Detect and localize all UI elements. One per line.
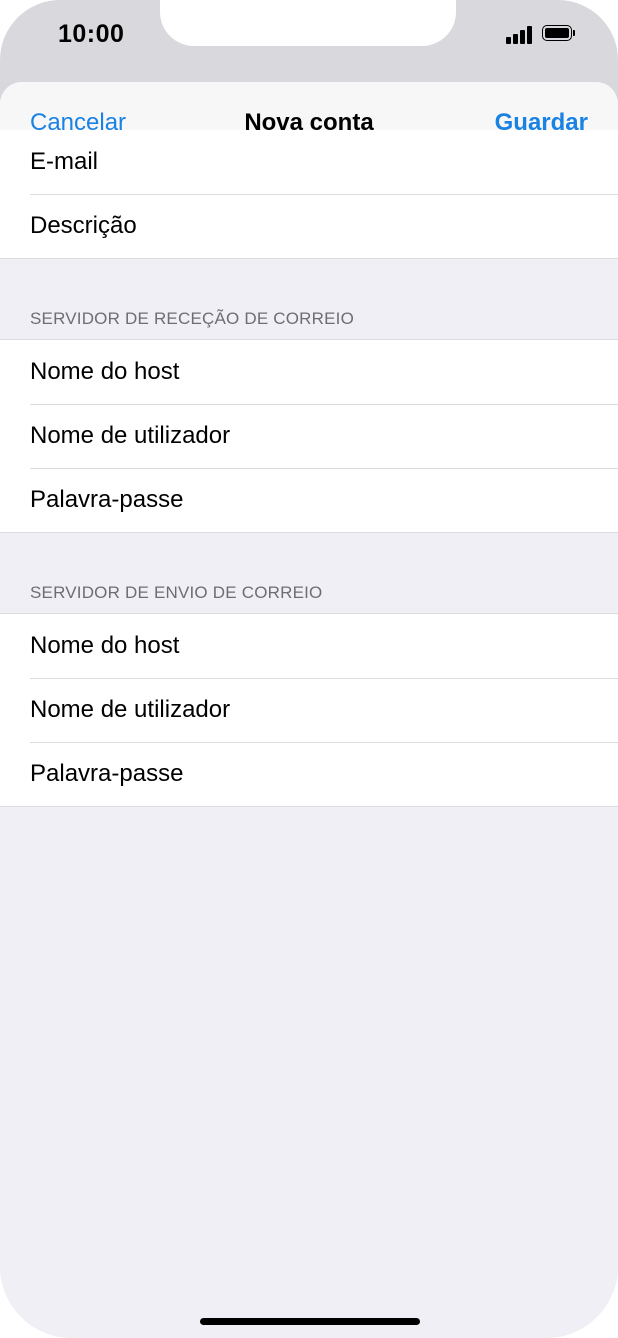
form-content: E-mail Descrição SERVIDOR DE RECEÇÃO DE … [0,130,618,807]
cellular-signal-icon [506,26,534,44]
outgoing-server-group: Nome do host Nome de utilizador Palavra-… [0,613,618,807]
incoming-server-header: SERVIDOR DE RECEÇÃO DE CORREIO [0,259,618,339]
incoming-password-field[interactable] [300,482,598,518]
home-indicator[interactable] [200,1318,420,1325]
battery-icon [542,25,576,43]
incoming-hostname-field[interactable] [300,354,598,390]
phone-screen: 10:00 Cancelar Nova conta Guardar E-mail [0,0,618,1338]
outgoing-username-row[interactable]: Nome de utilizador [0,678,618,742]
incoming-username-field[interactable] [300,418,598,454]
notch [160,0,456,46]
outgoing-server-header-label: SERVIDOR DE ENVIO DE CORREIO [30,583,323,602]
incoming-username-label: Nome de utilizador [30,422,231,449]
incoming-server-header-label: SERVIDOR DE RECEÇÃO DE CORREIO [30,309,355,328]
description-field[interactable] [300,208,598,244]
email-row[interactable]: E-mail [0,130,618,194]
description-label: Descrição [30,212,137,239]
outgoing-server-header: SERVIDOR DE ENVIO DE CORREIO [0,533,618,613]
email-field[interactable] [300,144,598,180]
incoming-server-group: Nome do host Nome de utilizador Palavra-… [0,339,618,533]
new-account-sheet: Cancelar Nova conta Guardar E-mail Descr… [0,82,618,1338]
incoming-hostname-label: Nome do host [30,358,180,385]
email-label: E-mail [30,148,99,175]
description-row[interactable]: Descrição [0,194,618,258]
incoming-password-row[interactable]: Palavra-passe [0,468,618,532]
account-group: E-mail Descrição [0,130,618,259]
status-time: 10:00 [58,20,125,48]
outgoing-password-row[interactable]: Palavra-passe [0,742,618,806]
status-bar: 10:00 [0,0,618,82]
outgoing-hostname-label: Nome do host [30,632,180,659]
outgoing-hostname-row[interactable]: Nome do host [0,614,618,678]
incoming-password-label: Palavra-passe [30,486,184,513]
incoming-username-row[interactable]: Nome de utilizador [0,404,618,468]
outgoing-password-field[interactable] [300,756,598,792]
incoming-hostname-row[interactable]: Nome do host [0,340,618,404]
outgoing-username-field[interactable] [300,692,598,728]
outgoing-hostname-field[interactable] [300,628,598,664]
outgoing-username-label: Nome de utilizador [30,696,231,723]
outgoing-password-label: Palavra-passe [30,760,184,787]
